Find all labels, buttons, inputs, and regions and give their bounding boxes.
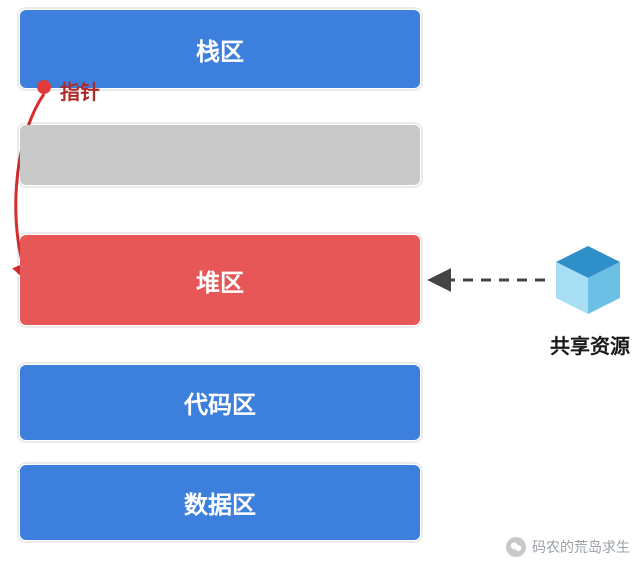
segment-heap-label: 堆区 [196, 263, 244, 298]
segment-heap: 堆区 [20, 235, 420, 325]
pointer-label: 指针 [60, 76, 100, 105]
resource-cube-icon [548, 240, 628, 320]
watermark-text: 码农的荒岛求生 [532, 537, 630, 557]
segment-data-label: 数据区 [184, 485, 256, 520]
segment-data: 数据区 [20, 465, 420, 540]
segment-stack-label: 栈区 [196, 32, 244, 67]
resource-label: 共享资源 [545, 330, 635, 359]
segment-gap [20, 125, 420, 185]
wechat-icon [506, 537, 526, 557]
pointer-dot [37, 80, 51, 94]
watermark: 码农的荒岛求生 [506, 537, 630, 557]
segment-code-label: 代码区 [184, 385, 256, 420]
segment-code: 代码区 [20, 365, 420, 440]
